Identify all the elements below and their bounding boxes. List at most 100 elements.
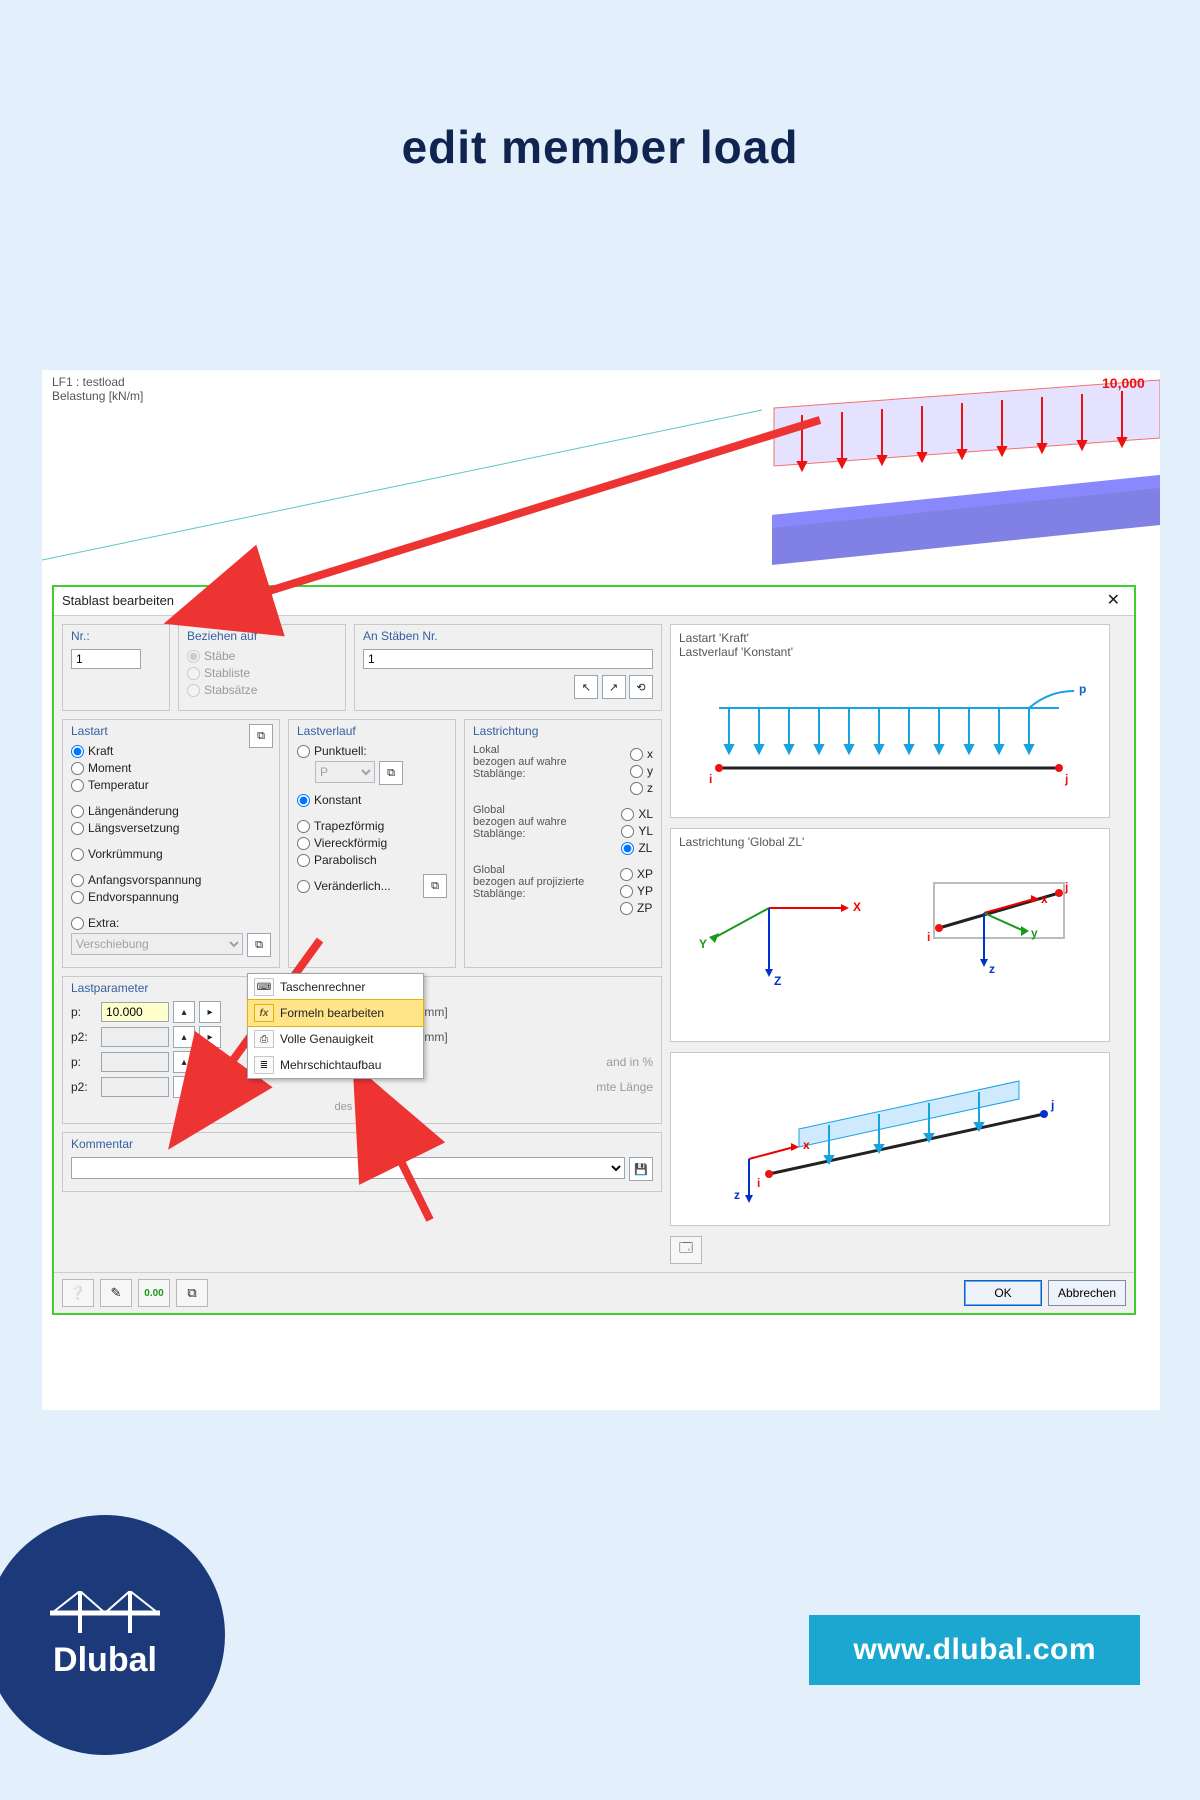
mm2: [mm] <box>421 1030 448 1044</box>
p3-label: p: <box>71 1055 97 1069</box>
loadtype-caption: Lastart <box>71 724 271 738</box>
svg-text:i: i <box>757 1176 760 1190</box>
svg-text:X: X <box>853 900 861 914</box>
dir-x[interactable]: x <box>630 747 653 761</box>
lt-laengsv[interactable]: Längsversetzung <box>71 821 271 835</box>
svg-text:x: x <box>803 1138 810 1152</box>
edit-icon[interactable]: ✎ <box>100 1279 132 1307</box>
p4-input <box>101 1077 169 1097</box>
ctx-formula[interactable]: fx Formeln bearbeiten <box>247 999 424 1027</box>
loadtype-info-icon[interactable]: ⧉ <box>249 724 273 748</box>
verlauf-caption: Lastverlauf <box>297 724 447 738</box>
svg-text:p: p <box>1079 682 1086 696</box>
dir-zl[interactable]: ZL <box>621 841 653 855</box>
p2-spin-icon: ▴ <box>173 1026 195 1048</box>
p2-menu-icon: ▸ <box>199 1026 221 1048</box>
dir-xl[interactable]: XL <box>621 807 653 821</box>
note-len: mte Länge <box>596 1080 653 1094</box>
nr-caption: Nr.: <box>71 629 161 643</box>
svg-text:z: z <box>989 962 995 976</box>
veraend-edit-icon[interactable]: ⧉ <box>423 874 447 898</box>
p2-label: p2: <box>71 1030 97 1044</box>
dialog-title: Stablast bearbeiten <box>62 587 174 615</box>
dir-zp[interactable]: ZP <box>620 901 653 915</box>
brand-url: www.dlubal.com <box>809 1615 1140 1685</box>
svg-text:j: j <box>1050 1098 1054 1112</box>
onmembers-caption: An Stäben Nr. <box>363 629 653 643</box>
ctx-multi[interactable]: ≣ Mehrschichtaufbau <box>248 1052 423 1078</box>
svg-text:Z: Z <box>774 974 781 988</box>
units-icon[interactable]: 0.00 <box>138 1279 170 1307</box>
calculator-icon: ⌨ <box>254 978 274 996</box>
punkt-combo: P <box>315 761 375 783</box>
p-input[interactable] <box>101 1002 169 1022</box>
lv-punkt[interactable]: Punktuell: <box>297 744 447 758</box>
lt-vorkr[interactable]: Vorkrümmung <box>71 847 271 861</box>
nr-input[interactable] <box>71 649 141 669</box>
brand-name: Dlubal <box>53 1641 157 1680</box>
punkt-info-icon[interactable]: ⧉ <box>379 761 403 785</box>
refer-list: Stabliste <box>187 666 337 680</box>
help-icon[interactable]: ❔ <box>62 1279 94 1307</box>
svg-text:i: i <box>927 930 930 944</box>
ctx-calc[interactable]: ⌨ Taschenrechner <box>248 974 423 1000</box>
richtung-caption: Lastrichtung <box>473 724 653 738</box>
extra-combo: Verschiebung <box>71 933 243 955</box>
lt-extra[interactable]: Extra: <box>71 916 271 930</box>
brand-logo: Dlubal <box>0 1515 225 1755</box>
svg-text:z: z <box>734 1188 740 1202</box>
comment-input[interactable] <box>71 1157 625 1179</box>
lv-konst[interactable]: Konstant <box>297 793 447 807</box>
lv-viereck[interactable]: Viereckförmig <box>297 836 447 850</box>
lt-anfang[interactable]: Anfangsvorspannung <box>71 873 271 887</box>
p2-input <box>101 1027 169 1047</box>
lt-temp[interactable]: Temperatur <box>71 778 271 792</box>
mm1: [mm] <box>421 1005 448 1019</box>
undo-icon[interactable]: ⟲ <box>629 675 653 699</box>
dir-z[interactable]: z <box>630 781 653 795</box>
fx-icon: fx <box>254 1004 274 1022</box>
lt-laengen[interactable]: Längenänderung <box>71 804 271 818</box>
edit-member-load-dialog: Stablast bearbeiten ✕ Nr.: Beziehen auf … <box>52 585 1136 1315</box>
page-title: edit member load <box>0 120 1200 174</box>
comment-save-icon[interactable]: 💾 <box>629 1157 653 1181</box>
svg-text:j: j <box>1064 772 1068 786</box>
precision-icon: ⎙ <box>254 1030 274 1048</box>
svg-text:y: y <box>1031 926 1038 940</box>
lv-parab[interactable]: Parabolisch <box>297 853 447 867</box>
lt-moment[interactable]: Moment <box>71 761 271 775</box>
lv-trapez[interactable]: Trapezförmig <box>297 819 447 833</box>
p-context-menu: ⌨ Taschenrechner fx Formeln bearbeiten ⎙… <box>247 973 424 1079</box>
preview-direction: Lastrichtung 'Global ZL' X Y Z <box>670 828 1110 1042</box>
refer-caption: Beziehen auf <box>187 629 337 643</box>
p4-label: p2: <box>71 1080 97 1094</box>
dir-yp[interactable]: YP <box>620 884 653 898</box>
p-menu-icon[interactable]: ▸ <box>199 1001 221 1023</box>
p-spin-up-icon[interactable]: ▴ <box>173 1001 195 1023</box>
svg-text:x: x <box>1041 892 1048 906</box>
cancel-button[interactable]: Abbrechen <box>1048 1280 1126 1306</box>
layers-icon: ≣ <box>254 1056 274 1074</box>
dialog-titlebar: Stablast bearbeiten ✕ <box>54 587 1134 616</box>
ok-button[interactable]: OK <box>964 1280 1042 1306</box>
dir-xp[interactable]: XP <box>620 867 653 881</box>
ctx-full[interactable]: ⎙ Volle Genauigkeit <box>248 1026 423 1052</box>
lt-kraft[interactable]: Kraft <box>71 744 271 758</box>
svg-text:j: j <box>1064 880 1068 894</box>
svg-text:i: i <box>709 772 712 786</box>
preview-loadtype: Lastart 'Kraft' Lastverlauf 'Konstant' <box>670 624 1110 818</box>
p-label: p: <box>71 1005 97 1019</box>
refer-members: Stäbe <box>187 649 337 663</box>
p3-input <box>101 1052 169 1072</box>
bridge-icon <box>50 1591 160 1633</box>
pick2-icon[interactable]: ↗ <box>602 675 626 699</box>
pick-icon[interactable]: ↖ <box>574 675 598 699</box>
dir-y[interactable]: y <box>630 764 653 778</box>
close-icon[interactable]: ✕ <box>1101 587 1126 615</box>
lt-endvor[interactable]: Endvorspannung <box>71 890 271 904</box>
extra-info-icon[interactable]: ⧉ <box>247 933 271 957</box>
apply-icon[interactable]: 🗔 <box>670 1236 702 1264</box>
dir-yl[interactable]: YL <box>621 824 653 838</box>
onmembers-input[interactable] <box>363 649 653 669</box>
details-icon[interactable]: ⧉ <box>176 1279 208 1307</box>
